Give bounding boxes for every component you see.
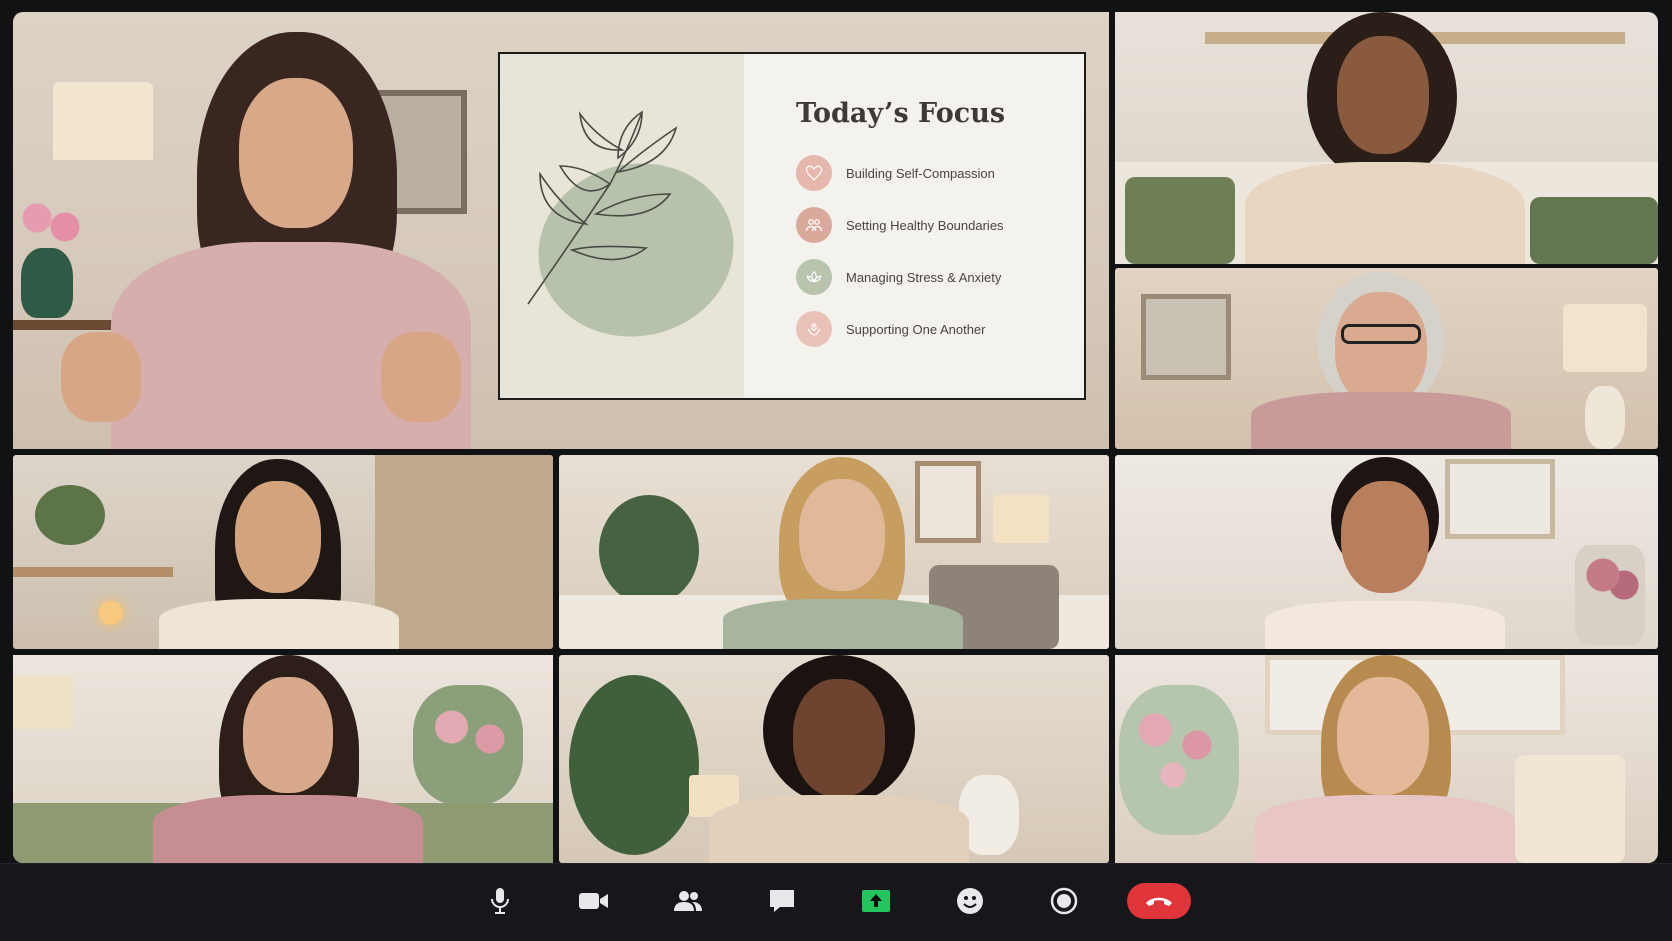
chat-icon[interactable] — [762, 881, 802, 921]
participant-sweater — [1245, 162, 1525, 264]
participant-sweater — [1255, 795, 1515, 863]
participant-video-tile[interactable] — [13, 455, 553, 649]
green-pillow — [1530, 197, 1658, 264]
share-screen-icon[interactable] — [856, 881, 896, 921]
reactions-icon[interactable] — [950, 881, 990, 921]
participants-icon[interactable] — [668, 881, 708, 921]
participant-face — [799, 479, 885, 591]
participant-person — [1251, 272, 1511, 449]
participant-face — [1341, 481, 1429, 593]
presenter-right-hand — [381, 332, 461, 422]
leaf-illustration — [527, 110, 734, 337]
record-icon[interactable] — [1044, 881, 1084, 921]
focus-item-support: Supporting One Another — [796, 303, 1084, 355]
participant-person — [153, 655, 423, 863]
presenter-left-hand — [61, 332, 141, 422]
shelf — [13, 320, 113, 330]
participant-sweater — [159, 599, 399, 649]
flower-vase — [1575, 545, 1645, 645]
lamp-base — [1585, 386, 1625, 449]
people-icon — [796, 207, 832, 243]
participant-video-tile[interactable] — [559, 455, 1109, 649]
presenter-person — [61, 32, 471, 449]
potted-plant — [35, 485, 105, 545]
participant-face — [235, 481, 321, 593]
participant-face — [1337, 36, 1429, 154]
participant-sweater — [1251, 392, 1511, 449]
shared-slide: Today’s Focus Building Self-Compassion S… — [498, 52, 1086, 400]
call-controls-bar — [0, 863, 1672, 941]
participant-video-tile[interactable] — [1115, 268, 1658, 449]
participant-sweater — [153, 795, 423, 863]
participant-person — [1265, 457, 1505, 649]
lamp-shade — [993, 495, 1049, 543]
lamp-shade — [13, 675, 73, 729]
microphone-icon[interactable] — [480, 881, 520, 921]
video-call-window: Today’s Focus Building Self-Compassion S… — [0, 0, 1672, 941]
potted-plant — [569, 675, 699, 855]
candle — [99, 601, 123, 625]
flower-vase — [413, 685, 523, 805]
camera-icon[interactable] — [574, 881, 614, 921]
slide-leaf-illustration — [500, 54, 744, 398]
wall-art — [1141, 294, 1231, 380]
participant-person — [1255, 655, 1515, 863]
green-pillow — [1125, 177, 1235, 264]
lotus-icon — [796, 259, 832, 295]
participant-video-tile[interactable] — [1115, 655, 1658, 863]
participant-video-tile[interactable] — [559, 655, 1109, 863]
flower-bunch — [13, 194, 93, 254]
participant-person — [1245, 12, 1525, 264]
participant-sweater — [1265, 601, 1505, 649]
participant-person — [709, 655, 969, 863]
participant-video-tile[interactable] — [1115, 455, 1658, 649]
focus-item-stress: Managing Stress & Anxiety — [796, 251, 1084, 303]
participant-person — [159, 459, 399, 649]
participant-face — [793, 679, 885, 797]
heart-icon — [796, 155, 832, 191]
focus-item-label: Building Self-Compassion — [846, 165, 995, 181]
participant-video-tile[interactable] — [1115, 12, 1658, 264]
focus-item-self-compassion: Building Self-Compassion — [796, 147, 1084, 199]
blanket — [1515, 755, 1625, 863]
flower-vase — [1119, 685, 1239, 835]
focus-item-label: Supporting One Another — [846, 321, 986, 337]
focus-item-label: Managing Stress & Anxiety — [846, 269, 1002, 285]
participant-sweater — [723, 599, 963, 649]
video-grid: Today’s Focus Building Self-Compassion S… — [13, 12, 1658, 863]
hands-icon — [796, 311, 832, 347]
participant-face — [1337, 677, 1429, 795]
participant-person — [723, 457, 963, 649]
end-call-icon — [1146, 897, 1172, 906]
slide-content: Today’s Focus Building Self-Compassion S… — [744, 54, 1084, 398]
focus-item-boundaries: Setting Healthy Boundaries — [796, 199, 1084, 251]
participant-face — [1335, 292, 1427, 406]
flower-vase — [21, 248, 73, 318]
focus-item-label: Setting Healthy Boundaries — [846, 217, 1004, 233]
shelf — [13, 567, 173, 577]
participant-sweater — [709, 795, 969, 863]
potted-plant — [599, 495, 699, 605]
presenter-face — [239, 78, 353, 228]
glasses-icon — [1341, 324, 1421, 344]
slide-title: Today’s Focus — [796, 98, 1006, 129]
participant-face — [243, 677, 333, 793]
participant-video-tile[interactable] — [13, 655, 553, 863]
lamp-shade — [1563, 304, 1647, 372]
presenter-video-tile[interactable]: Today’s Focus Building Self-Compassion S… — [13, 12, 1109, 449]
end-call-button[interactable] — [1127, 883, 1191, 919]
bookshelf — [375, 455, 553, 649]
